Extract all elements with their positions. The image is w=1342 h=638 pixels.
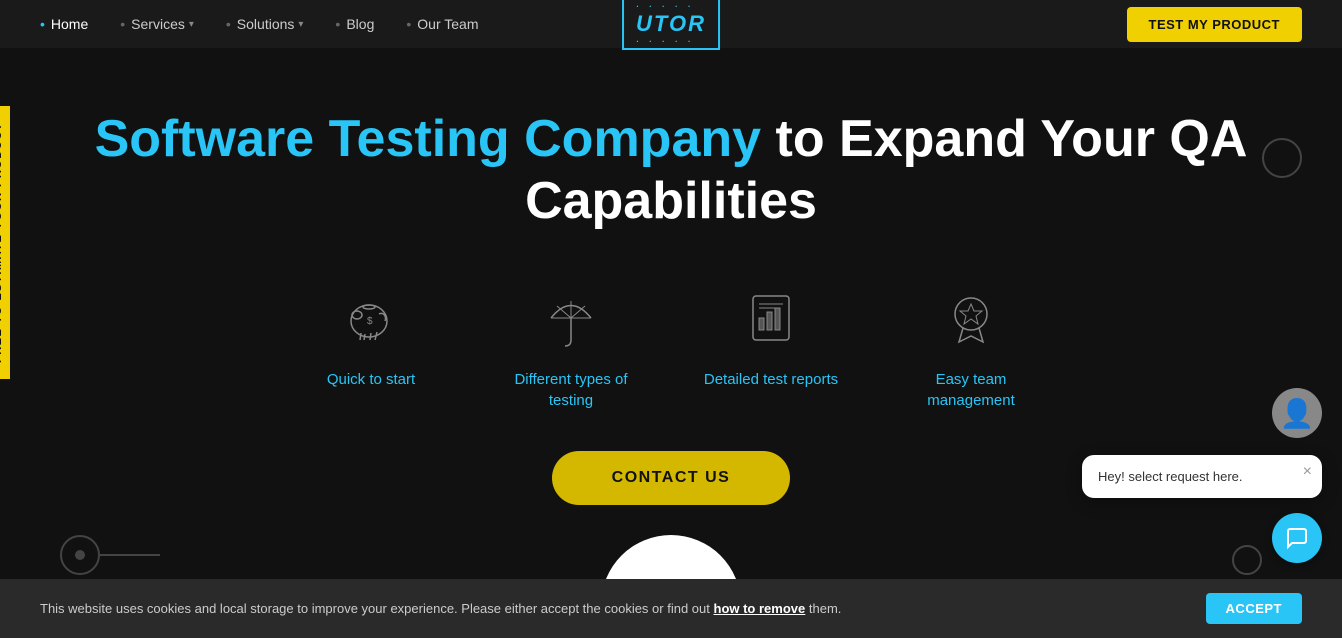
- test-reports-icon: [736, 283, 806, 353]
- award-svg: [941, 288, 1001, 348]
- team-mgmt-label: Easy team management: [901, 369, 1041, 411]
- feature-test-reports: Detailed test reports: [701, 283, 841, 411]
- report-svg: [741, 288, 801, 348]
- chat-close-button[interactable]: ×: [1303, 463, 1312, 481]
- accept-cookies-button[interactable]: ACCEPT: [1206, 593, 1302, 624]
- types-testing-icon: [536, 283, 606, 353]
- chat-bubble: × Hey! select request here.: [1082, 455, 1322, 498]
- deco-dot: [75, 550, 85, 560]
- features-row: $ Quick to start Di: [221, 283, 1121, 411]
- chat-avatar-area: 👤: [1272, 388, 1322, 438]
- contact-us-button[interactable]: CONTACT US: [552, 451, 791, 505]
- chat-open-button[interactable]: [1272, 513, 1322, 563]
- solutions-chevron-icon: ▾: [298, 19, 303, 30]
- logo-dots-top: · · · · ·: [636, 2, 706, 11]
- services-chevron-icon: ▾: [189, 19, 194, 30]
- deco-circle-bottom-left: [60, 535, 100, 575]
- nav-blog[interactable]: Blog: [335, 16, 374, 32]
- nav-solutions[interactable]: Solutions ▾: [226, 16, 304, 32]
- piggy-bank-svg: $: [341, 288, 401, 348]
- logo-dots-bottom: · · · · ·: [636, 37, 706, 46]
- logo-text: UTOR: [636, 11, 706, 36]
- nav-our-team[interactable]: Our Team: [406, 16, 478, 32]
- headline-highlight: Software Testing Company: [95, 110, 761, 168]
- feature-team-mgmt: Easy team management: [901, 283, 1041, 411]
- site-logo[interactable]: · · · · · UTOR · · · · ·: [622, 0, 720, 50]
- umbrella-svg: [541, 288, 601, 348]
- quick-start-icon: $: [336, 283, 406, 353]
- quick-start-label: Quick to start: [327, 369, 415, 390]
- deco-circle-bottom-right: [1232, 545, 1262, 575]
- chat-icon: [1285, 526, 1309, 550]
- types-testing-label: Different types of testing: [501, 369, 641, 411]
- feature-types-testing: Different types of testing: [501, 283, 641, 411]
- hero-headline: Software Testing Company to Expand Your …: [80, 108, 1262, 233]
- svg-text:$: $: [367, 316, 373, 327]
- feature-quick-start: $ Quick to start: [301, 283, 441, 411]
- team-mgmt-icon: [936, 283, 1006, 353]
- hero-section: Software Testing Company to Expand Your …: [0, 48, 1342, 635]
- cookie-banner: This website uses cookies and local stor…: [0, 579, 1342, 638]
- cookie-text: This website uses cookies and local stor…: [40, 601, 1186, 616]
- deco-circle-top-right: [1262, 138, 1302, 178]
- side-estimate-banner[interactable]: FREE TO ESTIMATE YOUR PRODUCT: [0, 106, 10, 379]
- avatar-face-icon: 👤: [1280, 397, 1315, 430]
- nav-cta-button[interactable]: TEST MY PRODUCT: [1127, 7, 1303, 42]
- navbar: Home Services ▾ Solutions ▾ Blog Our Tea…: [0, 0, 1342, 48]
- chat-message: Hey! select request here.: [1098, 469, 1243, 484]
- nav-home[interactable]: Home: [40, 16, 88, 32]
- nav-links: Home Services ▾ Solutions ▾ Blog Our Tea…: [40, 16, 1127, 32]
- nav-services[interactable]: Services ▾: [120, 16, 194, 32]
- cookie-remove-link[interactable]: how to remove: [714, 601, 806, 616]
- test-reports-label: Detailed test reports: [704, 369, 838, 390]
- deco-line-bottom-left: [100, 554, 160, 556]
- chat-avatar: 👤: [1272, 388, 1322, 438]
